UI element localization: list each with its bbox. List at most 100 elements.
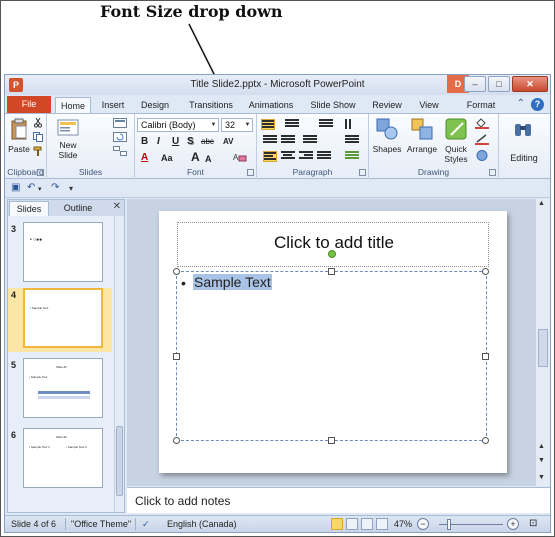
- section-icon[interactable]: [113, 146, 127, 156]
- arrange-button[interactable]: Arrange: [405, 118, 439, 154]
- slide-thumbnail-3[interactable]: 3 • ○●●: [8, 222, 112, 286]
- help-icon[interactable]: ?: [531, 98, 544, 111]
- layout-icon[interactable]: [113, 118, 127, 128]
- resize-handle-top-left[interactable]: [173, 268, 180, 275]
- zoom-in-icon[interactable]: +: [507, 518, 519, 530]
- language-indicator[interactable]: English (Canada): [167, 519, 237, 529]
- slide-thumbnail-4[interactable]: 4 • Sample Text: [8, 288, 112, 352]
- save-icon[interactable]: ▣: [11, 182, 20, 193]
- quick-styles-button[interactable]: Quick Styles: [441, 118, 471, 164]
- fit-to-window-icon[interactable]: ⊡: [529, 518, 537, 529]
- font-launcher-icon[interactable]: [247, 169, 254, 176]
- previous-slide-icon[interactable]: ▲: [538, 443, 545, 450]
- numbering-icon[interactable]: [285, 119, 299, 130]
- slide-show-view-icon[interactable]: [376, 518, 388, 530]
- reset-icon[interactable]: [113, 132, 127, 142]
- change-case-button[interactable]: Aa: [161, 152, 173, 164]
- redo-icon[interactable]: ↷: [51, 182, 59, 193]
- columns-icon[interactable]: [303, 135, 317, 146]
- chevron-down-icon[interactable]: ▼: [209, 119, 218, 131]
- slide-scrollbar[interactable]: ▲ ▲ ▼ ▼: [535, 199, 550, 486]
- zoom-slider-knob[interactable]: [447, 519, 451, 530]
- tab-design[interactable]: Design: [135, 97, 175, 114]
- rotation-handle[interactable]: [328, 250, 336, 258]
- resize-handle-bottom-right[interactable]: [482, 437, 489, 444]
- underline-button[interactable]: U: [172, 136, 179, 148]
- resize-handle-left[interactable]: [173, 353, 180, 360]
- clipboard-launcher-icon[interactable]: [37, 169, 44, 176]
- shape-fill-icon[interactable]: [475, 118, 489, 129]
- new-slide-button[interactable]: New Slide: [53, 118, 83, 160]
- character-spacing-button[interactable]: AV: [223, 136, 234, 148]
- content-placeholder[interactable]: • Sample Text: [173, 250, 489, 444]
- slide-thumbnail-6[interactable]: 6 Slide #2 • Sample Text 1 • Sample Text…: [8, 428, 112, 492]
- bullets-icon[interactable]: [261, 119, 275, 130]
- tab-insert[interactable]: Insert: [95, 97, 131, 114]
- shape-effects-icon[interactable]: [475, 150, 489, 161]
- close-pane-icon[interactable]: ✕: [113, 201, 121, 212]
- clear-formatting-icon[interactable]: A: [233, 151, 247, 163]
- reading-view-icon[interactable]: [361, 518, 373, 530]
- decrease-indent-icon[interactable]: [263, 135, 277, 146]
- text-direction-icon[interactable]: [345, 119, 359, 130]
- minimize-button[interactable]: –: [464, 76, 486, 92]
- align-text-icon[interactable]: [345, 135, 359, 146]
- shape-outline-icon[interactable]: [475, 134, 489, 145]
- paste-button[interactable]: Paste: [8, 118, 30, 154]
- zoom-level[interactable]: 47%: [394, 519, 412, 529]
- thumbnail-scrollbar[interactable]: [114, 216, 124, 512]
- tab-file[interactable]: File: [7, 96, 51, 113]
- maximize-button[interactable]: □: [488, 76, 510, 92]
- resize-handle-right[interactable]: [482, 353, 489, 360]
- italic-button[interactable]: I: [157, 136, 160, 148]
- binoculars-icon[interactable]: [513, 120, 533, 138]
- strikethrough-button[interactable]: abc: [201, 136, 214, 148]
- copy-icon[interactable]: [33, 132, 43, 142]
- resize-handle-bottom-left[interactable]: [173, 437, 180, 444]
- align-center-icon[interactable]: [281, 151, 295, 162]
- grow-font-button[interactable]: A: [191, 151, 200, 163]
- scroll-up-icon[interactable]: ▲: [538, 200, 545, 207]
- cut-icon[interactable]: [33, 118, 43, 128]
- tab-home[interactable]: Home: [55, 97, 91, 114]
- resize-handle-top[interactable]: [328, 268, 335, 275]
- undo-dropdown-icon[interactable]: ▾: [38, 185, 42, 193]
- slide-thumbnail-5[interactable]: 5 Slide #1 • Sample Text: [8, 358, 112, 422]
- shrink-font-button[interactable]: A: [205, 153, 212, 165]
- tab-view[interactable]: View: [415, 97, 443, 114]
- resize-handle-bottom[interactable]: [328, 437, 335, 444]
- scroll-down-icon[interactable]: ▼: [538, 474, 545, 481]
- align-right-icon[interactable]: [299, 151, 313, 162]
- font-color-button[interactable]: A: [141, 152, 148, 164]
- slide-scroll-thumb[interactable]: [538, 329, 548, 367]
- notes-placeholder[interactable]: Click to add notes: [135, 494, 230, 508]
- editing-button-label[interactable]: Editing: [499, 153, 549, 163]
- close-button[interactable]: ✕: [512, 76, 548, 92]
- shapes-button[interactable]: Shapes: [371, 118, 403, 154]
- zoom-out-icon[interactable]: −: [417, 518, 429, 530]
- tab-review[interactable]: Review: [369, 97, 405, 114]
- font-size-combo[interactable]: 32 ▼: [221, 118, 253, 132]
- undo-icon[interactable]: ↶: [27, 182, 35, 193]
- increase-indent-icon[interactable]: [281, 135, 295, 146]
- format-painter-icon[interactable]: [33, 146, 43, 156]
- drawing-launcher-icon[interactable]: [489, 169, 496, 176]
- paragraph-launcher-icon[interactable]: [359, 169, 366, 176]
- title-placeholder[interactable]: Click to add title: [177, 222, 489, 267]
- tab-outline[interactable]: Outline: [56, 201, 100, 216]
- bold-button[interactable]: B: [141, 136, 148, 148]
- smartart-icon[interactable]: [345, 151, 359, 162]
- slide-sorter-view-icon[interactable]: [346, 518, 358, 530]
- chevron-down-icon[interactable]: ▼: [243, 119, 252, 131]
- tab-animations[interactable]: Animations: [245, 97, 297, 114]
- tab-format[interactable]: Format: [461, 97, 501, 114]
- tab-transitions[interactable]: Transitions: [185, 97, 237, 114]
- next-slide-icon[interactable]: ▼: [538, 457, 545, 464]
- line-spacing-icon[interactable]: [319, 119, 333, 130]
- spell-check-icon[interactable]: ✓: [142, 519, 150, 530]
- align-left-icon[interactable]: [263, 151, 277, 162]
- minimize-ribbon-icon[interactable]: ⌃: [517, 98, 525, 111]
- selected-body-text[interactable]: Sample Text: [193, 274, 272, 290]
- resize-handle-top-right[interactable]: [482, 268, 489, 275]
- justify-icon[interactable]: [317, 151, 331, 162]
